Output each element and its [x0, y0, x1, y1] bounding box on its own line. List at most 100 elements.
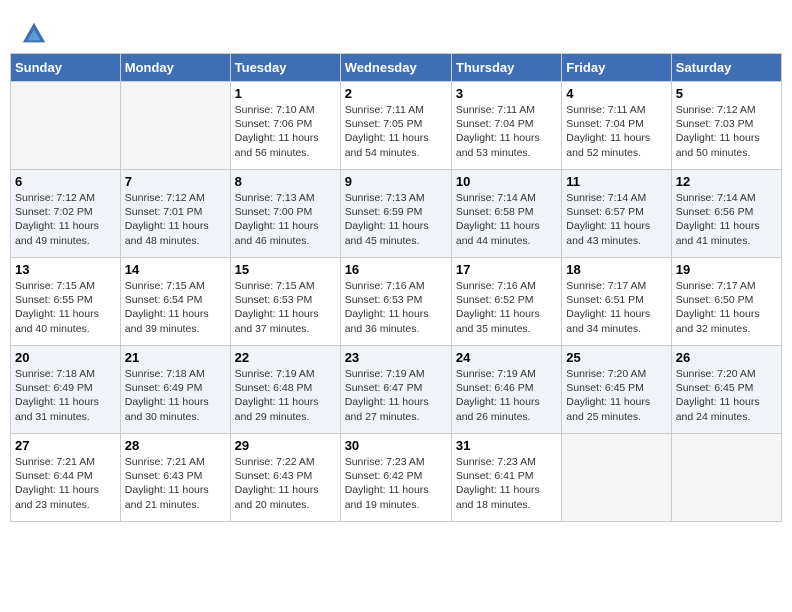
day-info: Sunrise: 7:12 AMSunset: 7:01 PMDaylight:… [125, 191, 226, 248]
day-info: Sunrise: 7:16 AMSunset: 6:53 PMDaylight:… [345, 279, 447, 336]
day-number: 10 [456, 174, 557, 189]
day-cell: 6 Sunrise: 7:12 AMSunset: 7:02 PMDaylight… [11, 170, 121, 258]
day-number: 7 [125, 174, 226, 189]
day-cell: 19Sunrise: 7:17 AMSunset: 6:50 PMDayligh… [671, 258, 781, 346]
day-info: Sunrise: 7:12 AMSunset: 7:03 PMDaylight:… [676, 103, 777, 160]
calendar-header: SundayMondayTuesdayWednesdayThursdayFrid… [11, 54, 782, 82]
day-number: 5 [676, 86, 777, 101]
day-cell: 22Sunrise: 7:19 AMSunset: 6:48 PMDayligh… [230, 346, 340, 434]
day-number: 26 [676, 350, 777, 365]
day-number: 4 [566, 86, 666, 101]
logo-icon [20, 20, 48, 48]
day-number: 23 [345, 350, 447, 365]
page-header [10, 10, 782, 53]
day-number: 16 [345, 262, 447, 277]
day-cell: 20 Sunrise: 7:18 AMSunset: 6:49 PMDayligh… [11, 346, 121, 434]
day-info: Sunrise: 7:14 AMSunset: 6:57 PMDaylight:… [566, 191, 666, 248]
day-number: 8 [235, 174, 336, 189]
day-cell: 18 Sunrise: 7:17 AMSunset: 6:51 PMDayligh… [562, 258, 671, 346]
day-cell: 2 Sunrise: 7:11 AMSunset: 7:05 PMDaylight… [340, 82, 451, 170]
day-info: Sunrise: 7:10 AMSunset: 7:06 PMDaylight:… [235, 103, 336, 160]
day-cell: 3 Sunrise: 7:11 AMSunset: 7:04 PMDaylight… [451, 82, 561, 170]
day-number: 14 [125, 262, 226, 277]
header-cell-wednesday: Wednesday [340, 54, 451, 82]
day-info: Sunrise: 7:16 AMSunset: 6:52 PMDaylight:… [456, 279, 557, 336]
day-info: Sunrise: 7:13 AMSunset: 7:00 PMDaylight:… [235, 191, 336, 248]
day-number: 21 [125, 350, 226, 365]
day-info: Sunrise: 7:11 AMSunset: 7:05 PMDaylight:… [345, 103, 447, 160]
day-cell: 21 Sunrise: 7:18 AMSunset: 6:49 PMDayligh… [120, 346, 230, 434]
day-info: Sunrise: 7:19 AMSunset: 6:46 PMDaylight:… [456, 367, 557, 424]
day-number: 25 [566, 350, 666, 365]
day-number: 1 [235, 86, 336, 101]
day-cell: 31Sunrise: 7:23 AMSunset: 6:41 PMDayligh… [451, 434, 561, 522]
day-number: 13 [15, 262, 116, 277]
calendar-table: SundayMondayTuesdayWednesdayThursdayFrid… [10, 53, 782, 522]
day-cell: 15 Sunrise: 7:15 AMSunset: 6:53 PMDayligh… [230, 258, 340, 346]
day-cell: 17 Sunrise: 7:16 AMSunset: 6:52 PMDayligh… [451, 258, 561, 346]
day-cell [562, 434, 671, 522]
day-cell: 27Sunrise: 7:21 AMSunset: 6:44 PMDayligh… [11, 434, 121, 522]
header-cell-thursday: Thursday [451, 54, 561, 82]
header-cell-monday: Monday [120, 54, 230, 82]
day-cell [671, 434, 781, 522]
day-cell: 13Sunrise: 7:15 AMSunset: 6:55 PMDayligh… [11, 258, 121, 346]
day-info: Sunrise: 7:18 AMSunset: 6:49 PMDaylight:… [125, 367, 226, 424]
day-cell: 14 Sunrise: 7:15 AMSunset: 6:54 PMDayligh… [120, 258, 230, 346]
day-cell: 9Sunrise: 7:13 AMSunset: 6:59 PMDaylight… [340, 170, 451, 258]
day-info: Sunrise: 7:19 AMSunset: 6:48 PMDaylight:… [235, 367, 336, 424]
day-number: 2 [345, 86, 447, 101]
day-number: 12 [676, 174, 777, 189]
day-info: Sunrise: 7:11 AMSunset: 7:04 PMDaylight:… [456, 103, 557, 160]
day-number: 17 [456, 262, 557, 277]
day-cell: 16 Sunrise: 7:16 AMSunset: 6:53 PMDayligh… [340, 258, 451, 346]
day-number: 31 [456, 438, 557, 453]
day-info: Sunrise: 7:21 AMSunset: 6:43 PMDaylight:… [125, 455, 226, 512]
day-info: Sunrise: 7:15 AMSunset: 6:54 PMDaylight:… [125, 279, 226, 336]
day-number: 18 [566, 262, 666, 277]
day-info: Sunrise: 7:15 AMSunset: 6:53 PMDaylight:… [235, 279, 336, 336]
day-cell: 29 Sunrise: 7:22 AMSunset: 6:43 PMDayligh… [230, 434, 340, 522]
day-info: Sunrise: 7:20 AMSunset: 6:45 PMDaylight:… [566, 367, 666, 424]
day-number: 24 [456, 350, 557, 365]
day-cell: 30 Sunrise: 7:23 AMSunset: 6:42 PMDayligh… [340, 434, 451, 522]
week-row-2: 6 Sunrise: 7:12 AMSunset: 7:02 PMDaylight… [11, 170, 782, 258]
day-info: Sunrise: 7:19 AMSunset: 6:47 PMDaylight:… [345, 367, 447, 424]
header-cell-friday: Friday [562, 54, 671, 82]
day-cell: 1 Sunrise: 7:10 AMSunset: 7:06 PMDaylight… [230, 82, 340, 170]
day-info: Sunrise: 7:14 AMSunset: 6:58 PMDaylight:… [456, 191, 557, 248]
day-info: Sunrise: 7:18 AMSunset: 6:49 PMDaylight:… [15, 367, 116, 424]
day-number: 29 [235, 438, 336, 453]
calendar-body: 1 Sunrise: 7:10 AMSunset: 7:06 PMDaylight… [11, 82, 782, 522]
day-cell: 4 Sunrise: 7:11 AMSunset: 7:04 PMDaylight… [562, 82, 671, 170]
day-number: 20 [15, 350, 116, 365]
header-cell-saturday: Saturday [671, 54, 781, 82]
day-number: 28 [125, 438, 226, 453]
day-number: 15 [235, 262, 336, 277]
logo [20, 20, 52, 48]
day-cell: 7 Sunrise: 7:12 AMSunset: 7:01 PMDaylight… [120, 170, 230, 258]
day-info: Sunrise: 7:12 AMSunset: 7:02 PMDaylight:… [15, 191, 116, 248]
day-cell: 10 Sunrise: 7:14 AMSunset: 6:58 PMDayligh… [451, 170, 561, 258]
day-info: Sunrise: 7:14 AMSunset: 6:56 PMDaylight:… [676, 191, 777, 248]
day-number: 9 [345, 174, 447, 189]
day-cell: 24 Sunrise: 7:19 AMSunset: 6:46 PMDayligh… [451, 346, 561, 434]
week-row-5: 27Sunrise: 7:21 AMSunset: 6:44 PMDayligh… [11, 434, 782, 522]
day-cell: 25 Sunrise: 7:20 AMSunset: 6:45 PMDayligh… [562, 346, 671, 434]
day-number: 19 [676, 262, 777, 277]
day-number: 3 [456, 86, 557, 101]
day-info: Sunrise: 7:11 AMSunset: 7:04 PMDaylight:… [566, 103, 666, 160]
day-info: Sunrise: 7:23 AMSunset: 6:42 PMDaylight:… [345, 455, 447, 512]
day-info: Sunrise: 7:20 AMSunset: 6:45 PMDaylight:… [676, 367, 777, 424]
day-cell [11, 82, 121, 170]
day-info: Sunrise: 7:21 AMSunset: 6:44 PMDaylight:… [15, 455, 116, 512]
day-number: 6 [15, 174, 116, 189]
day-number: 30 [345, 438, 447, 453]
day-cell: 23 Sunrise: 7:19 AMSunset: 6:47 PMDayligh… [340, 346, 451, 434]
day-cell: 28 Sunrise: 7:21 AMSunset: 6:43 PMDayligh… [120, 434, 230, 522]
day-info: Sunrise: 7:17 AMSunset: 6:51 PMDaylight:… [566, 279, 666, 336]
day-info: Sunrise: 7:22 AMSunset: 6:43 PMDaylight:… [235, 455, 336, 512]
week-row-3: 13Sunrise: 7:15 AMSunset: 6:55 PMDayligh… [11, 258, 782, 346]
header-row: SundayMondayTuesdayWednesdayThursdayFrid… [11, 54, 782, 82]
day-cell: 12 Sunrise: 7:14 AMSunset: 6:56 PMDayligh… [671, 170, 781, 258]
